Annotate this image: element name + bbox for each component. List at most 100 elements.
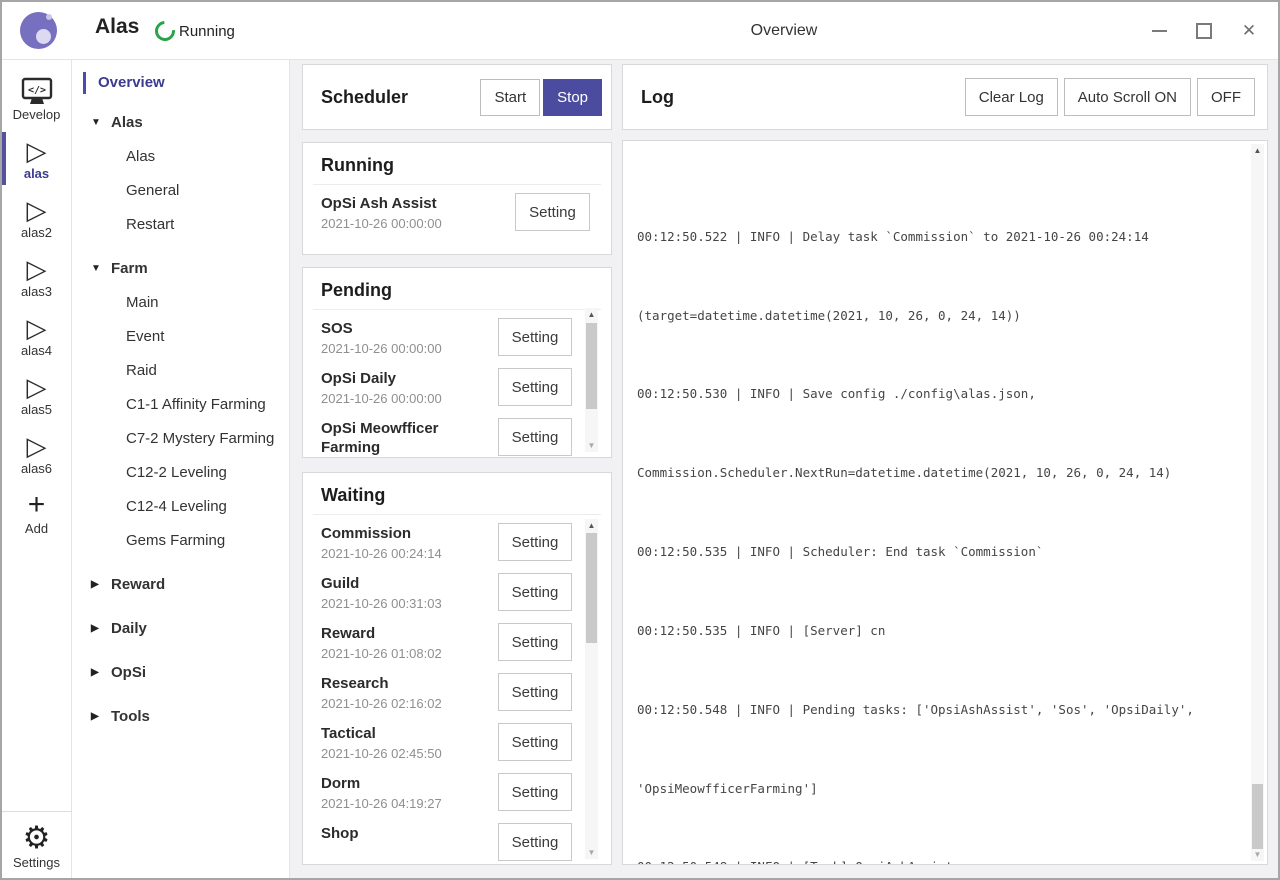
start-button[interactable]: Start — [480, 79, 540, 116]
app-window: Alas Running Overview ✕ </> Develop — [0, 0, 1280, 880]
pending-scrollbar[interactable]: ▲ ▼ — [585, 308, 598, 452]
task-setting-button[interactable]: Setting — [498, 673, 572, 711]
instance-rail: </> Develop alas alas2 — [2, 60, 72, 878]
scrollbar-thumb[interactable] — [1252, 784, 1263, 849]
log-line: 00:12:50.548 | INFO | [Task] OpsiAshAssi… — [637, 857, 1241, 865]
task-row: Commission 2021-10-26 00:24:14 Setting — [321, 521, 593, 571]
running-panel: Running OpSi Ash Assist 2021-10-26 00:00… — [302, 142, 612, 255]
rail-item-instance[interactable]: alas4 — [2, 306, 72, 365]
rail-item-label: Add — [25, 521, 48, 536]
rail-item-label: alas — [24, 166, 49, 181]
nav-item[interactable]: ▶ Tools — [73, 699, 289, 733]
close-icon[interactable]: ✕ — [1240, 22, 1258, 40]
scroll-up-icon[interactable]: ▲ — [585, 519, 598, 532]
log-panel: 00:12:50.522 | INFO | Delay task `Commis… — [622, 140, 1268, 865]
task-setting-button[interactable]: Setting — [498, 623, 572, 661]
nav-item[interactable]: Gems Farming — [73, 523, 289, 557]
nav-item[interactable]: ▶ Daily — [73, 611, 289, 645]
task-setting-button[interactable]: Setting — [498, 573, 572, 611]
rail-item-instance[interactable]: alas6 — [2, 424, 72, 483]
log-header-panel: Log Clear Log Auto Scroll ON OFF — [622, 64, 1268, 130]
task-setting-button[interactable]: Setting — [498, 823, 572, 861]
task-setting-button[interactable]: Setting — [498, 773, 572, 811]
task-row: OpSi Daily 2021-10-26 00:00:00 Setting — [321, 366, 593, 416]
autoscroll-off-button[interactable]: OFF — [1197, 78, 1255, 116]
rail-item-instance[interactable]: alas — [2, 129, 72, 188]
scroll-down-icon[interactable]: ▼ — [1251, 848, 1264, 861]
task-setting-button[interactable]: Setting — [498, 723, 572, 761]
running-title: Running — [303, 143, 611, 184]
nav-item-label: Daily — [111, 620, 147, 637]
scrollbar-thumb[interactable] — [586, 533, 597, 643]
task-row: Guild 2021-10-26 00:31:03 Setting — [321, 571, 593, 621]
nav-item[interactable]: ▼ Alas — [73, 105, 289, 139]
add-icon — [28, 490, 46, 520]
nav-item[interactable]: C1-1 Affinity Farming — [73, 387, 289, 421]
nav-item[interactable]: Restart — [73, 207, 289, 241]
nav-list: ▼ Alas Alas General Restart — [73, 105, 289, 733]
scroll-up-icon[interactable]: ▲ — [585, 308, 598, 321]
play-icon — [27, 432, 47, 460]
nav-item-label: Restart — [126, 216, 174, 233]
nav-item[interactable]: ▼ Farm — [73, 251, 289, 285]
task-row: OpSi Ash Assist 2021-10-26 00:00:00 Sett… — [321, 191, 593, 241]
app-title: Alas — [95, 15, 139, 39]
log-output: 00:12:50.522 | INFO | Delay task `Commis… — [623, 141, 1267, 865]
task-setting-button[interactable]: Setting — [498, 318, 572, 356]
nav-item[interactable]: ▶ Reward — [73, 567, 289, 601]
rail-item-settings[interactable]: Settings — [2, 812, 72, 878]
nav-item-label: C12-2 Leveling — [126, 464, 227, 481]
rail-bottom: Settings — [2, 811, 72, 878]
task-name: Tactical — [321, 721, 471, 743]
autoscroll-on-button[interactable]: Auto Scroll ON — [1064, 78, 1191, 116]
rail-item-add[interactable]: Add — [2, 483, 72, 542]
scroll-down-icon[interactable]: ▼ — [585, 439, 598, 452]
nav-item[interactable]: Main — [73, 285, 289, 319]
rail-item-label: alas6 — [21, 461, 52, 476]
running-task-list: OpSi Ash Assist 2021-10-26 00:00:00 Sett… — [303, 185, 611, 241]
page-title: Overview — [290, 2, 1278, 59]
expand-arrow-icon: ▶ — [91, 579, 111, 590]
gear-icon — [23, 821, 51, 854]
title-bar: Alas Running Overview ✕ — [2, 2, 1278, 60]
play-icon — [27, 255, 47, 283]
nav-item[interactable]: Raid — [73, 353, 289, 387]
rail-item-develop[interactable]: </> Develop — [2, 70, 72, 129]
task-setting-button[interactable]: Setting — [498, 418, 572, 456]
nav-item[interactable]: C12-4 Leveling — [73, 489, 289, 523]
nav-item[interactable]: C7-2 Mystery Farming — [73, 421, 289, 455]
minimize-icon[interactable] — [1150, 22, 1168, 40]
nav-item[interactable]: C12-2 Leveling — [73, 455, 289, 489]
task-setting-button[interactable]: Setting — [515, 193, 590, 231]
task-setting-button[interactable]: Setting — [498, 368, 572, 406]
nav-item[interactable]: Alas — [73, 139, 289, 173]
task-setting-button[interactable]: Setting — [498, 523, 572, 561]
scroll-down-icon[interactable]: ▼ — [585, 846, 598, 859]
expand-arrow-icon: ▶ — [91, 711, 111, 722]
nav-item[interactable]: ▶ OpSi — [73, 655, 289, 689]
nav-item-overview[interactable]: Overview — [73, 71, 289, 95]
log-line: (target=datetime.datetime(2021, 10, 26, … — [637, 306, 1241, 326]
log-line: 00:12:50.535 | INFO | [Server] cn — [637, 621, 1241, 641]
nav-item[interactable]: Event — [73, 319, 289, 353]
rail-item-instance[interactable]: alas5 — [2, 365, 72, 424]
rail-item-instance[interactable]: alas3 — [2, 247, 72, 306]
scheduler-status: Running — [155, 21, 235, 41]
pending-panel: Pending SOS 2021-10-26 00:00:00 Setting … — [302, 267, 612, 458]
play-icon — [27, 373, 47, 401]
scrollbar-thumb[interactable] — [586, 323, 597, 409]
instance-list: alas alas2 alas3 alas4 — [2, 129, 72, 483]
scheduler-panel: Scheduler Start Stop — [302, 64, 612, 130]
waiting-scrollbar[interactable]: ▲ ▼ — [585, 519, 598, 859]
nav-item[interactable]: General — [73, 173, 289, 207]
running-spinner-icon — [151, 17, 179, 45]
clear-log-button[interactable]: Clear Log — [965, 78, 1058, 116]
rail-item-instance[interactable]: alas2 — [2, 188, 72, 247]
rail-item-label: alas5 — [21, 402, 52, 417]
waiting-task-list: Commission 2021-10-26 00:24:14 Setting G… — [303, 515, 611, 865]
task-name: Shop — [321, 821, 471, 843]
scroll-up-icon[interactable]: ▲ — [1251, 144, 1264, 157]
maximize-icon[interactable] — [1195, 22, 1213, 40]
log-scrollbar[interactable]: ▲ ▼ — [1251, 144, 1264, 861]
stop-button[interactable]: Stop — [543, 79, 602, 116]
